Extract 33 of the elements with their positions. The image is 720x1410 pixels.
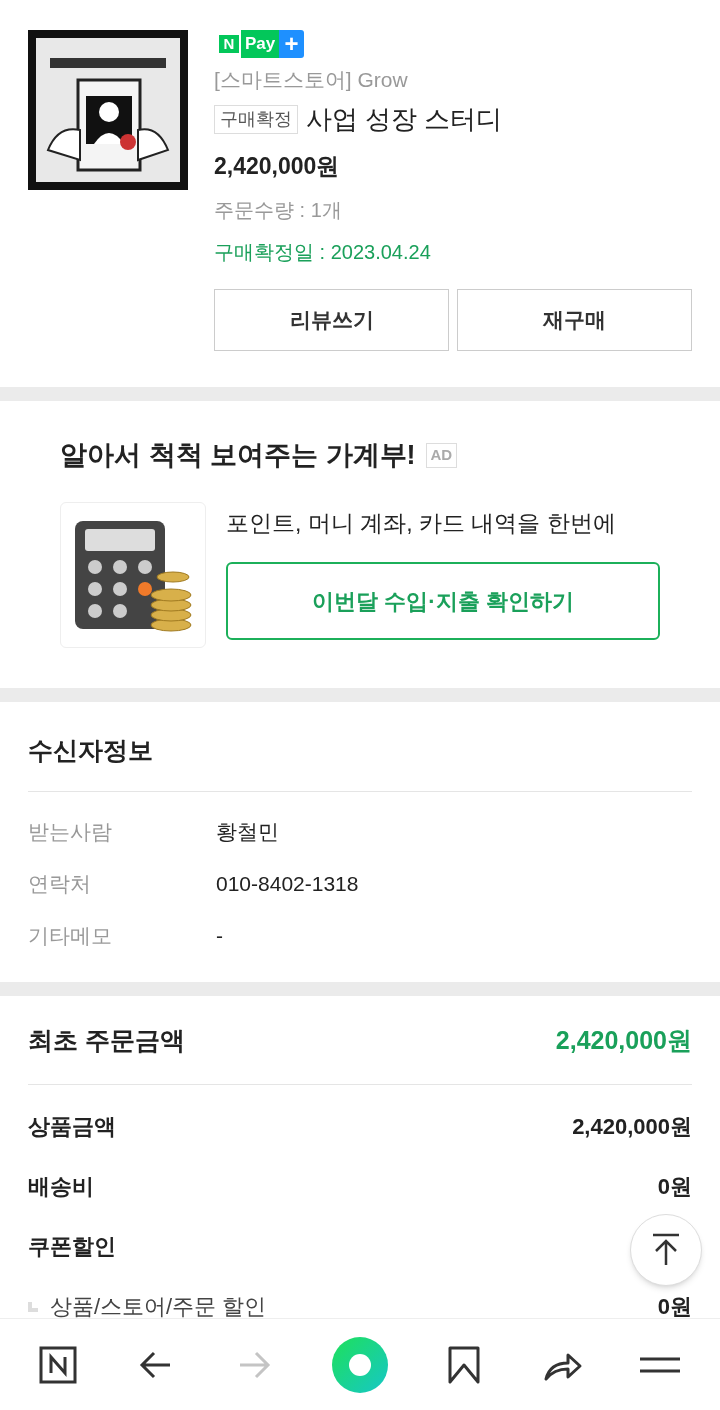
field-value: 010-8402-1318	[216, 871, 359, 898]
field-label: 연락처	[28, 871, 92, 898]
field-label: 기타메모	[28, 923, 113, 950]
field-label: 받는사람	[28, 819, 113, 846]
field-value: 황철민	[216, 819, 279, 846]
section-title: 수신자정보	[28, 731, 692, 792]
naver-icon[interactable]	[38, 1344, 80, 1385]
amount-value: 2,420,000원	[572, 1113, 692, 1141]
amount-value: 0원	[657, 1293, 692, 1321]
store-name: [스마트스토어] Grow	[214, 67, 409, 93]
action-button[interactable]: 리뷰쓰기	[214, 289, 449, 351]
total-amount: 2,420,000원	[555, 1025, 692, 1056]
amount-label: 배송비	[28, 1173, 94, 1201]
scroll-top-button[interactable]	[630, 1214, 702, 1286]
product-name: 사업 성장 스터디	[306, 102, 503, 136]
confirmed-date: 구매확정일 : 2023.04.24	[214, 240, 432, 265]
up-arrow-icon	[651, 1233, 681, 1267]
indent-icon	[28, 1301, 38, 1312]
order-quantity: 주문수량 : 1개	[214, 198, 343, 223]
field-value: -	[216, 923, 223, 950]
ad-tag: AD	[425, 443, 458, 468]
product-price: 2,420,000원	[214, 151, 341, 181]
section-title: 최초 주문금액	[28, 1025, 185, 1056]
calculator-icon	[60, 501, 206, 648]
amount-label: 상품금액	[28, 1113, 116, 1141]
action-button[interactable]: 재구매	[457, 289, 692, 351]
ad-text: 포인트, 머니 계좌, 카드 내역을 한번에	[226, 508, 617, 538]
npay-badge: N Pay +	[214, 30, 304, 58]
amount-label: 상품/스토어/주문 할인	[50, 1293, 267, 1321]
status-tag: 구매확정	[214, 104, 298, 134]
amount-label: 쿠폰할인	[28, 1233, 116, 1261]
ad-title: 알아서 척척 보여주는 가계부!	[60, 439, 416, 472]
amount-value: 0원	[657, 1173, 692, 1201]
